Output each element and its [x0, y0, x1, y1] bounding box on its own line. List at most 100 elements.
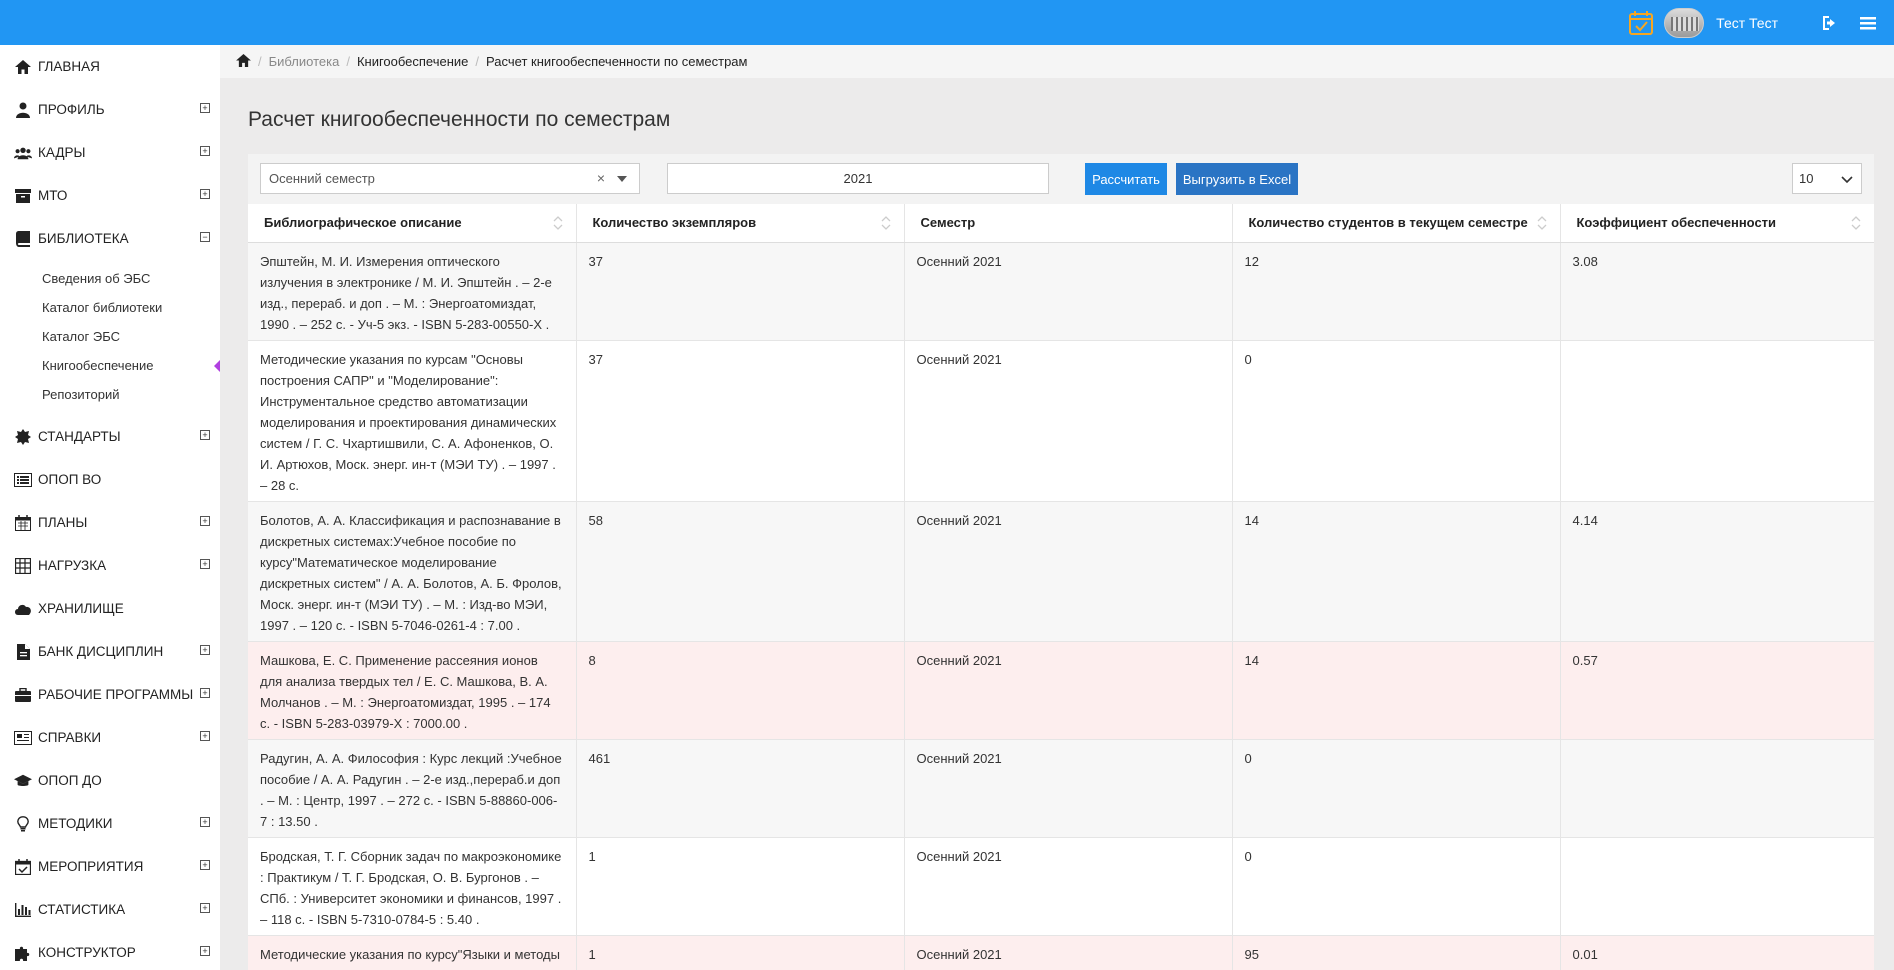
cell-semester: Осенний 2021: [904, 837, 1233, 936]
sidebar-item-load[interactable]: НАГРУЗКА +: [0, 544, 220, 587]
breadcrumb-separator: /: [258, 54, 262, 69]
sidebar-item-constructor[interactable]: КОНСТРУКТОР +: [0, 931, 220, 970]
briefcase-icon: [14, 686, 32, 704]
year-input[interactable]: [667, 163, 1049, 194]
breadcrumb: / Библиотека / Книгообеспечение / Расчет…: [220, 45, 1894, 78]
cell-description: Эпштейн, М. И. Измерения оптического изл…: [248, 242, 577, 341]
sidebar-item-work-programs[interactable]: РАБОЧИЕ ПРОГРАММЫ +: [0, 673, 220, 716]
sidebar-item-label: СПРАВКИ: [38, 730, 102, 745]
semester-select[interactable]: Осенний семестр ×: [260, 163, 640, 194]
expand-icon[interactable]: +: [200, 860, 210, 870]
table-row[interactable]: Эпштейн, М. И. Измерения оптического изл…: [248, 242, 1874, 341]
caret-down-icon[interactable]: [617, 176, 627, 182]
cell-students: 95: [1232, 935, 1561, 970]
clear-icon[interactable]: ×: [597, 170, 605, 186]
sidebar-item-opop-do[interactable]: ОПОП ДО: [0, 759, 220, 802]
sidebar-item-staff[interactable]: КАДРЫ +: [0, 131, 220, 174]
expand-icon[interactable]: +: [200, 946, 210, 956]
expand-icon[interactable]: +: [200, 516, 210, 526]
logout-icon[interactable]: [1818, 11, 1842, 35]
sidebar-item-library[interactable]: БИБЛИОТЕКА −: [0, 217, 220, 260]
sort-icon[interactable]: [880, 216, 892, 230]
sidebar-item-label: СТАТИСТИКА: [38, 902, 126, 917]
sidebar-item-home[interactable]: ГЛАВНАЯ: [0, 45, 220, 88]
cell-students: 0: [1232, 739, 1561, 838]
sidebar-item-storage[interactable]: ХРАНИЛИЩЕ: [0, 587, 220, 630]
user-icon: [14, 101, 32, 119]
sidebar-item-label: ПРОФИЛЬ: [38, 102, 105, 117]
breadcrumb-library[interactable]: Библиотека: [269, 54, 340, 69]
sidebar-item-methods[interactable]: МЕТОДИКИ +: [0, 802, 220, 845]
book-icon: [14, 230, 32, 248]
expand-icon[interactable]: +: [200, 559, 210, 569]
table-row[interactable]: Бродская, Т. Г. Сборник задач по макроэк…: [248, 837, 1874, 936]
sidebar-subitem-ebs-info[interactable]: Сведения об ЭБС: [0, 264, 220, 293]
expand-icon[interactable]: +: [200, 189, 210, 199]
user-name[interactable]: Тест Тест: [1716, 15, 1778, 31]
report-panel: Осенний семестр × Рассчитать Выгрузить в…: [248, 154, 1874, 970]
sidebar-item-events[interactable]: МЕРОПРИЯТИЯ +: [0, 845, 220, 888]
sidebar-subitem-library-catalog[interactable]: Каталог библиотеки: [0, 293, 220, 322]
collapse-icon[interactable]: −: [200, 232, 210, 242]
sidebar-item-standards[interactable]: СТАНДАРТЫ +: [0, 415, 220, 458]
sort-icon[interactable]: [1850, 216, 1862, 230]
calendar-icon: [14, 514, 32, 532]
expand-icon[interactable]: +: [200, 645, 210, 655]
cell-coefficient: 4.14: [1560, 501, 1874, 642]
export-excel-button[interactable]: Выгрузить в Excel: [1176, 163, 1298, 195]
list-alt-icon: [14, 471, 32, 489]
sidebar-item-discipline-bank[interactable]: БАНК ДИСЦИПЛИН +: [0, 630, 220, 673]
page-size-select[interactable]: 10: [1792, 163, 1862, 194]
sidebar-item-plans[interactable]: ПЛАНЫ +: [0, 501, 220, 544]
table-row[interactable]: Методические указания по курсам "Основы …: [248, 340, 1874, 502]
cell-description: Болотов, А. А. Классификация и распознав…: [248, 501, 577, 642]
cell-description: Методические указания по курсам "Основы …: [248, 340, 577, 502]
breadcrumb-separator: /: [475, 54, 480, 69]
expand-icon[interactable]: +: [200, 817, 210, 827]
table-row[interactable]: Радугин, А. А. Философия : Курс лекций :…: [248, 739, 1874, 838]
sidebar-subitem-ebs-catalog[interactable]: Каталог ЭБС: [0, 322, 220, 351]
sidebar-subitem-repository[interactable]: Репозиторий: [0, 380, 220, 409]
column-header-semester[interactable]: Семестр: [904, 204, 1233, 243]
table-header-row: Библиографическое описание Количество эк…: [248, 204, 1874, 243]
sidebar-item-label: МЕТОДИКИ: [38, 816, 113, 831]
sidebar-subitem-book-supply[interactable]: Книгообеспечение: [0, 351, 220, 380]
sort-icon[interactable]: [1536, 216, 1548, 230]
calendar-check-icon[interactable]: [1628, 10, 1654, 36]
expand-icon[interactable]: +: [200, 430, 210, 440]
menu-icon[interactable]: [1856, 11, 1880, 35]
sidebar-item-label: ХРАНИЛИЩЕ: [38, 601, 124, 616]
expand-icon[interactable]: +: [200, 688, 210, 698]
home-icon[interactable]: [236, 53, 251, 70]
expand-icon[interactable]: +: [200, 731, 210, 741]
column-header-copies[interactable]: Количество экземпляров: [576, 204, 905, 243]
calculate-button[interactable]: Рассчитать: [1085, 163, 1167, 195]
column-header-description[interactable]: Библиографическое описание: [248, 204, 577, 243]
table-row[interactable]: Методические указания по курсу"Языки и м…: [248, 935, 1874, 970]
sidebar-item-label: НАГРУЗКА: [38, 558, 107, 573]
column-header-coefficient[interactable]: Коэффициент обеспеченности: [1560, 204, 1874, 243]
cell-students: 0: [1232, 837, 1561, 936]
expand-icon[interactable]: +: [200, 903, 210, 913]
graduation-cap-icon: [14, 772, 32, 790]
table-row[interactable]: Болотов, А. А. Классификация и распознав…: [248, 501, 1874, 642]
sidebar-item-references[interactable]: СПРАВКИ +: [0, 716, 220, 759]
bar-chart-icon: [14, 901, 32, 919]
cell-semester: Осенний 2021: [904, 739, 1233, 838]
table-row[interactable]: Машкова, Е. С. Применение рассеяния ионо…: [248, 641, 1874, 740]
breadcrumb-current: Расчет книгообеспеченности по семестрам: [486, 54, 748, 69]
sidebar-item-opop-vo[interactable]: ОПОП ВО: [0, 458, 220, 501]
cell-copies: 1: [576, 935, 905, 970]
breadcrumb-book-supply[interactable]: Книгообеспечение: [357, 54, 468, 69]
sidebar-item-label: ПЛАНЫ: [38, 515, 88, 530]
sidebar-item-mto[interactable]: МТО +: [0, 174, 220, 217]
sidebar-item-profile[interactable]: ПРОФИЛЬ +: [0, 88, 220, 131]
column-header-students[interactable]: Количество студентов в текущем семестре: [1232, 204, 1561, 243]
sort-icon[interactable]: [552, 216, 564, 230]
cell-students: 12: [1232, 242, 1561, 341]
expand-icon[interactable]: +: [200, 146, 210, 156]
cell-description: Методические указания по курсу"Языки и м…: [248, 935, 577, 970]
expand-icon[interactable]: +: [200, 103, 210, 113]
avatar[interactable]: [1664, 7, 1705, 38]
sidebar-item-statistics[interactable]: СТАТИСТИКА +: [0, 888, 220, 931]
